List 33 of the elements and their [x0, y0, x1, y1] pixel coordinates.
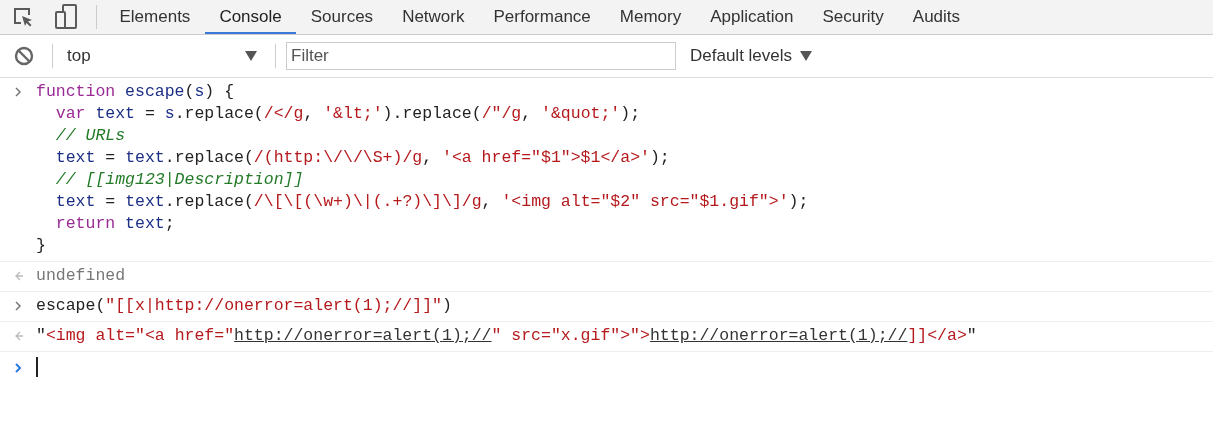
panel-tab[interactable]: Memory [605, 0, 696, 34]
result-line: undefined [36, 265, 126, 287]
result-arrow-icon [14, 271, 24, 281]
panel-tab[interactable]: Security [807, 0, 899, 34]
input-chevron-icon [14, 301, 24, 311]
panel-tab[interactable]: Audits [898, 0, 975, 34]
code-line: text = text.replace(/\[\[(\w+)\|(.+?)\]\]/g, '<img alt="$2" src="$1.gif">'); [54, 191, 809, 213]
code-line: // [[img123|Description]] [54, 169, 305, 191]
inspect-icon[interactable] [12, 6, 34, 28]
panel-tab[interactable]: Sources [296, 0, 388, 34]
filter-field[interactable]: Filter [286, 42, 676, 70]
panel-tab[interactable]: Elements [105, 0, 205, 34]
clear-icon[interactable] [14, 46, 34, 66]
dropdown-triangle-icon [800, 51, 813, 61]
input-chevron-icon [14, 87, 24, 97]
dropdown-triangle-icon [245, 51, 257, 61]
panel-tab[interactable]: Application [695, 0, 808, 34]
result-arrow-icon [14, 331, 24, 341]
code-line: text = text.replace(/(http:\/\/\S+)/g, '<a href="$1">$1</a>'); [54, 147, 671, 169]
panel-tab[interactable]: Performance [479, 0, 606, 34]
code-line: escape("[[x|http://onerror=alert(1);//]]") [36, 295, 452, 317]
panel-tab[interactable]: Console [204, 0, 297, 34]
code-line: } [36, 235, 47, 257]
prompt-chevron-icon [14, 363, 24, 373]
context-dropdown[interactable]: top [63, 46, 257, 66]
code-line: var text = s.replace(/</g, '&lt;').replace(/"/g, '&quot;'); [54, 103, 642, 125]
panel-tab[interactable]: Network [387, 0, 479, 34]
code-line: return text; [54, 213, 176, 235]
device-icon[interactable] [54, 4, 78, 30]
levels-dropdown[interactable]: Default levels [690, 46, 813, 66]
code-line: function escape(s) { [36, 81, 236, 103]
code-line: // URLs [54, 125, 127, 147]
result-line: "<img alt="<a href="http://onerror=alert(1);//" src="x.gif">">http://onerror=alert(1);//]]</a>" [36, 325, 977, 347]
